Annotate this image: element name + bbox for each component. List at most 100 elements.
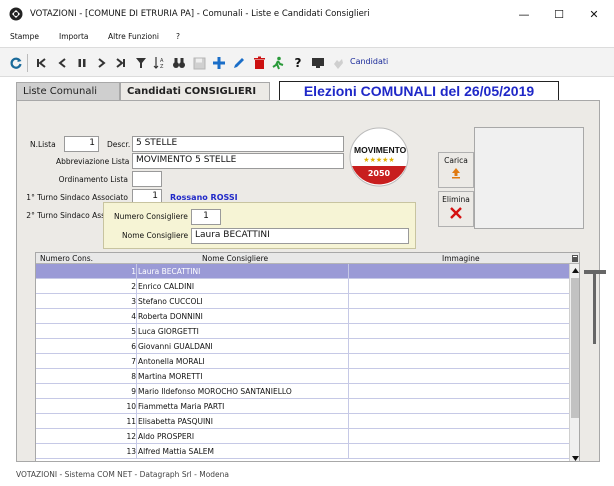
maximize-button[interactable]: ☐ [549, 6, 569, 24]
table-row[interactable]: 9 Mario Ildefonso MOROCHO SANTANIELLO [36, 384, 569, 399]
immagine-cell [348, 279, 569, 294]
ordinamento-label: Ordinamento Lista [58, 175, 128, 184]
numero-cell: 7 [131, 357, 136, 366]
column-divider [136, 294, 137, 309]
nome-cell: Antonella MORALI [138, 357, 205, 366]
elimina-button[interactable]: Elimina [438, 191, 474, 227]
turno1-sindaco-name: Rossano ROSSI [170, 193, 238, 202]
ordinamento-field[interactable] [132, 171, 162, 187]
sort-az-icon[interactable]: AZ [152, 55, 168, 71]
nome-consigliere-label: Nome Consigliere [122, 231, 189, 240]
table-row[interactable]: 10 Fiammetta Maria PARTI [36, 399, 569, 414]
table-row[interactable]: 6 Giovanni GUALDANI [36, 339, 569, 354]
previous-record-icon[interactable] [54, 55, 70, 71]
column-divider [136, 309, 137, 324]
table-row[interactable]: 12 Aldo PROSPERI [36, 429, 569, 444]
numero-cell: 10 [126, 402, 136, 411]
upload-icon [439, 167, 473, 181]
consigliere-panel: Numero Consigliere 1 Nome Consigliere La… [103, 202, 416, 249]
tab-liste-comunali[interactable]: Liste Comunali [16, 82, 120, 100]
numero-cell: 9 [131, 387, 136, 396]
grid-vertical-scrollbar[interactable] [569, 264, 579, 461]
carica-label: Carica [444, 156, 468, 165]
table-row[interactable]: 7 Antonella MORALI [36, 354, 569, 369]
abbrev-label: Abbreviazione Lista [56, 157, 130, 166]
table-row[interactable]: 4 Roberta DONNINI [36, 309, 569, 324]
add-icon[interactable] [211, 55, 227, 71]
table-row[interactable]: 11 Elisabetta PASQUINI [36, 414, 569, 429]
last-record-icon[interactable] [113, 55, 129, 71]
delete-x-icon [439, 206, 473, 222]
close-window-button[interactable]: ✕ [584, 6, 604, 24]
menu-importa[interactable]: Importa [59, 32, 89, 41]
column-divider [348, 279, 349, 294]
menu-help[interactable]: ? [176, 32, 180, 41]
column-divider [348, 264, 349, 279]
numero-consigliere-label: Numero Consigliere [114, 212, 188, 221]
svg-text:Z: Z [160, 64, 164, 70]
minimize-button[interactable]: — [514, 6, 534, 24]
menu-altre-funzioni[interactable]: Altre Funzioni [108, 32, 159, 41]
column-divider [136, 399, 137, 414]
nome-consigliere-field[interactable]: Laura BECATTINI [191, 228, 409, 244]
column-divider [348, 444, 349, 459]
numero-cell: 1 [131, 267, 136, 276]
grid-header-numero[interactable]: Numero Cons. [40, 253, 93, 264]
candidates-grid: Numero Cons. Nome Consigliere Immagine 1… [35, 252, 580, 462]
column-divider [136, 429, 137, 444]
toolbar: AZ ? Candidati [0, 47, 614, 77]
monitor-icon[interactable] [310, 55, 326, 71]
table-row[interactable]: 13 Alfred Mattia SALEM [36, 444, 569, 459]
save-icon[interactable] [191, 55, 207, 71]
next-record-icon[interactable] [94, 55, 110, 71]
nome-cell: Martina MORETTI [138, 372, 203, 381]
table-row[interactable]: 5 Luca GIORGETTI [36, 324, 569, 339]
nome-cell: Laura BECATTINI [138, 267, 201, 276]
election-banner: Elezioni COMUNALI del 26/05/2019 [279, 81, 559, 101]
filter-icon[interactable] [133, 55, 149, 71]
descr-field[interactable]: 5 STELLE [132, 136, 344, 152]
scroll-up-arrow-icon[interactable] [572, 266, 579, 275]
splitter-handle-bar[interactable] [593, 270, 596, 344]
table-row[interactable]: 2 Enrico CALDINI [36, 279, 569, 294]
edit-pencil-icon[interactable] [231, 55, 247, 71]
nlista-label: N.Lista [30, 140, 56, 149]
delete-trash-icon[interactable] [251, 55, 267, 71]
table-row[interactable]: 8 Martina MORETTI [36, 369, 569, 384]
grid-header-nome[interactable]: Nome Consigliere [202, 253, 268, 264]
immagine-cell [348, 414, 569, 429]
grid-header-immagine[interactable]: Immagine [442, 253, 480, 264]
numero-cell: 5 [131, 327, 136, 336]
immagine-cell [348, 324, 569, 339]
numero-cell: 13 [126, 447, 136, 456]
tab-candidati-consiglieri[interactable]: Candidati CONSIGLIERI [120, 82, 270, 100]
immagine-cell [348, 294, 569, 309]
binoculars-icon[interactable] [171, 55, 187, 71]
table-row[interactable]: 1 Laura BECATTINI [36, 264, 569, 279]
toolbar-separator [27, 54, 28, 72]
carica-button[interactable]: Carica [438, 152, 474, 188]
pause-icon[interactable] [74, 55, 90, 71]
immagine-cell [348, 399, 569, 414]
abbrev-field[interactable]: MOVIMENTO 5 STELLE [132, 153, 344, 169]
refresh-icon[interactable] [8, 55, 24, 71]
numero-consigliere-field[interactable]: 1 [191, 209, 221, 225]
numero-cell: 3 [131, 297, 136, 306]
nome-cell: Fiammetta Maria PARTI [138, 402, 225, 411]
table-row[interactable]: 3 Stefano CUCCOLI [36, 294, 569, 309]
scroll-down-arrow-icon[interactable] [572, 454, 579, 461]
candidati-link[interactable]: Candidati [350, 57, 388, 66]
hand-icon[interactable] [330, 55, 346, 71]
numero-cell: 6 [131, 342, 136, 351]
menu-stampe[interactable]: Stampe [10, 32, 39, 41]
immagine-cell [348, 354, 569, 369]
column-divider [136, 264, 137, 279]
menu-bar: Stampe Importa Altre Funzioni ? [0, 30, 614, 47]
nlista-field[interactable]: 1 [64, 136, 99, 152]
help-button[interactable]: ? [290, 55, 306, 71]
nome-cell: Mario Ildefonso MOROCHO SANTANIELLO [138, 387, 292, 396]
exit-running-man-icon[interactable] [270, 55, 286, 71]
first-record-icon[interactable] [33, 55, 49, 71]
scroll-thumb[interactable] [571, 278, 579, 418]
column-divider [348, 429, 349, 444]
